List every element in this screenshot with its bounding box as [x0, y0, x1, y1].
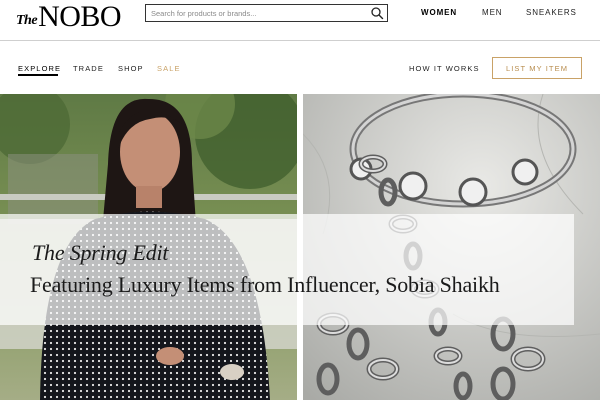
active-tab-underline — [18, 74, 58, 76]
search-input[interactable] — [151, 5, 361, 21]
logo-wordmark: NOBO — [38, 0, 122, 33]
hero-kicker: The Spring Edit — [32, 240, 169, 265]
search-icon[interactable] — [370, 6, 384, 20]
nav-sneakers[interactable]: SNEAKERS — [526, 8, 577, 17]
hero-title[interactable]: Featuring Luxury Items from Influencer, … — [30, 272, 500, 298]
logo-prefix: The — [16, 13, 38, 28]
top-header: The NOBO WOMEN MEN SNEAKERS — [0, 0, 600, 40]
nav-women[interactable]: WOMEN — [421, 8, 457, 17]
nav-men[interactable]: MEN — [482, 8, 502, 17]
subnav-trade[interactable]: TRADE — [73, 64, 104, 73]
subnav-shop[interactable]: SHOP — [118, 64, 144, 73]
header-divider — [0, 40, 600, 41]
list-my-item-button[interactable]: LIST MY ITEM — [492, 57, 582, 79]
site-logo[interactable]: The NOBO — [16, 0, 122, 33]
subnav-sale[interactable]: SALE — [157, 64, 181, 73]
subnav-explore[interactable]: EXPLORE — [18, 64, 61, 73]
search-box — [145, 4, 388, 22]
hero-caption-panel — [0, 214, 574, 325]
how-it-works-link[interactable]: HOW IT WORKS — [409, 64, 480, 73]
